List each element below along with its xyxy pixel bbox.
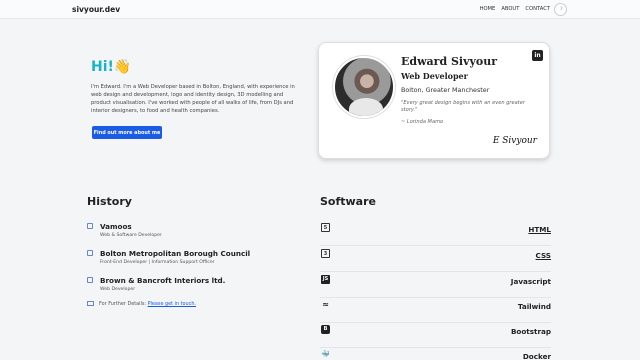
history-heading: History — [87, 195, 132, 208]
nav-link-home[interactable]: HOME — [480, 6, 496, 12]
history-item-title: Vamoos — [100, 222, 132, 231]
find-out-more-button[interactable]: Find out more about me — [92, 126, 162, 139]
get-in-touch-link[interactable]: Please get in touch. — [148, 301, 196, 307]
signature: E Sivyour — [492, 136, 537, 146]
profile-card: in Edward Sivyour Web Developer Bolton, … — [318, 42, 550, 159]
profile-location: Bolton, Greater Manchester — [401, 86, 490, 94]
html5-icon: 5 — [321, 223, 330, 232]
building-icon — [87, 277, 93, 283]
history-item-title: Bolton Metropolitan Borough Council — [100, 249, 251, 258]
nav-link-contact[interactable]: CONTACT — [525, 6, 550, 12]
software-heading: Software — [320, 195, 376, 208]
css3-icon: 3 — [321, 249, 330, 258]
theme-toggle-button[interactable]: ☽ — [554, 3, 567, 16]
profile-role: Web Developer — [401, 71, 468, 81]
linkedin-icon[interactable]: in — [532, 50, 543, 61]
software-label: Tailwind — [517, 302, 551, 311]
site-brand[interactable]: sivyour.dev — [72, 5, 120, 14]
bootstrap-icon: B — [321, 325, 330, 334]
tailwind-icon: ≈ — [322, 300, 329, 309]
software-label: Bootstrap — [510, 327, 551, 336]
avatar — [333, 56, 395, 118]
software-item-bootstrap: B Bootstrap — [320, 323, 551, 348]
history-item-subtitle: Web Developer — [100, 287, 136, 292]
software-item-docker: 🐳 Docker — [320, 348, 551, 360]
software-item-css: 3 CSS — [320, 247, 551, 272]
building-icon — [87, 223, 93, 229]
building-icon — [87, 250, 93, 256]
software-item-javascript: JS Javascript — [320, 273, 551, 298]
software-item-tailwind: ≈ Tailwind — [320, 298, 551, 323]
quote-author: ~ Lorinda Mamo — [401, 119, 444, 125]
further-details: For Further Details: Please get in touch… — [87, 301, 196, 307]
software-label[interactable]: CSS — [536, 251, 551, 260]
history-item-title: Brown & Bancroft Interiors ltd. — [100, 276, 226, 285]
profile-name: Edward Sivyour — [401, 55, 498, 68]
wave-icon: 👋 — [113, 59, 132, 75]
further-details-label: For Further Details: — [99, 301, 148, 307]
hero-greeting: Hi! — [91, 59, 114, 75]
intro-paragraph: I'm Edward. I'm a Web Developer based in… — [91, 84, 295, 115]
history-item-subtitle: Web & Software Developer — [100, 233, 162, 238]
docker-icon: 🐳 — [321, 350, 330, 358]
nav-menu: HOME ABOUT CONTACT — [480, 6, 550, 12]
software-label[interactable]: HTML — [528, 225, 551, 234]
javascript-icon: JS — [321, 275, 330, 284]
mail-icon — [87, 301, 94, 306]
history-item-subtitle: Front-End Developer | Information Suppor… — [100, 260, 215, 265]
nav-link-about[interactable]: ABOUT — [501, 6, 519, 12]
software-label: Docker — [522, 352, 551, 360]
software-item-html: 5 HTML — [320, 221, 551, 246]
software-label: Javascript — [510, 277, 551, 286]
hero-title: Hi!👋 — [91, 59, 131, 75]
profile-quote: "Every great design begins with an even … — [401, 100, 526, 114]
top-nav: sivyour.dev HOME ABOUT CONTACT ☽ — [0, 0, 640, 19]
